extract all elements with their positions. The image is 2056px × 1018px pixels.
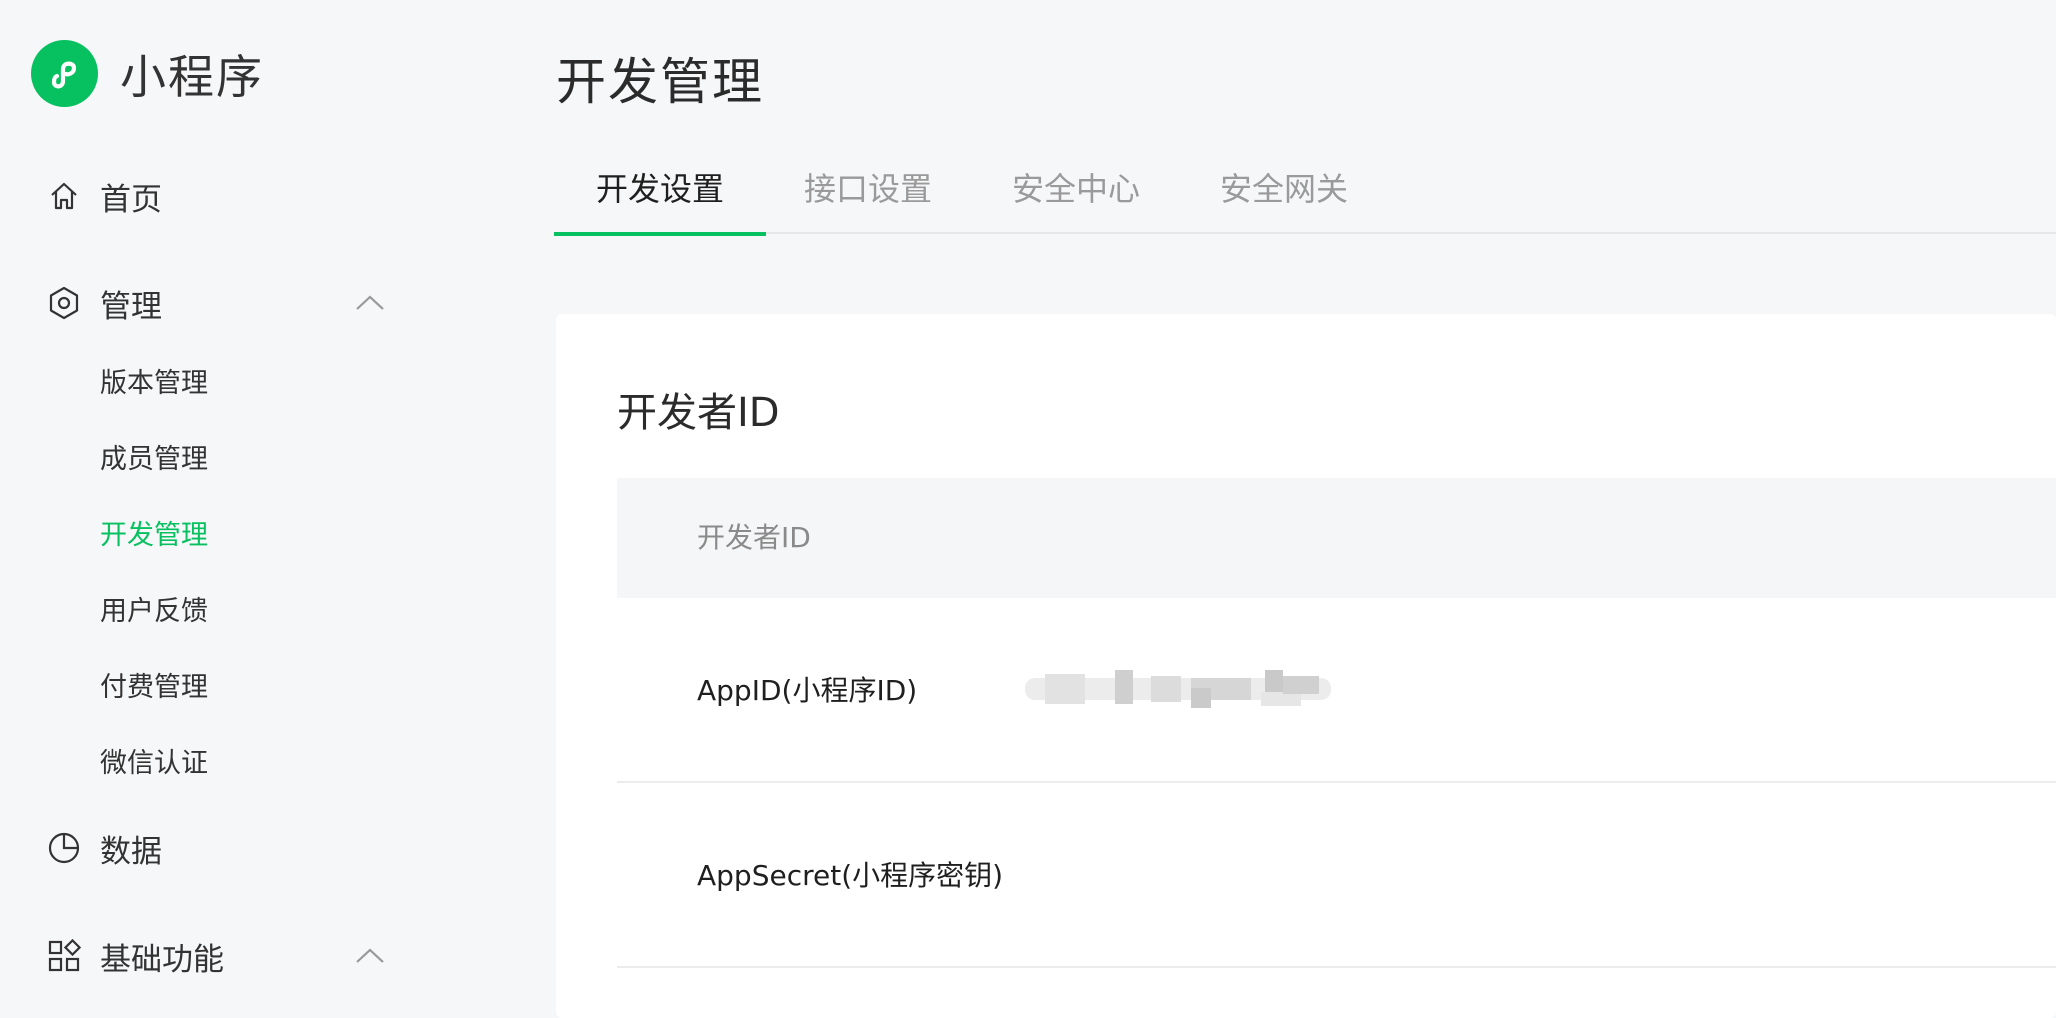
- sidebar-subitem-payment[interactable]: 付费管理: [100, 666, 208, 710]
- sidebar-item-label: 基础功能: [100, 941, 224, 978]
- sidebar-subitem-feedback[interactable]: 用户反馈: [100, 590, 208, 634]
- table-row-appsecret: AppSecret(小程序密钥): [617, 783, 2056, 968]
- sidebar-item-manage[interactable]: 管理: [46, 277, 386, 329]
- sidebar-item-data[interactable]: 数据: [46, 822, 386, 874]
- tab-security-center[interactable]: 安全中心: [1012, 160, 1140, 234]
- brand[interactable]: 小程序: [31, 40, 264, 107]
- grid-apps-icon: [46, 938, 82, 974]
- section-title: 开发者ID: [617, 390, 780, 436]
- sidebar-item-basic-features[interactable]: 基础功能: [46, 930, 386, 982]
- appsecret-label: AppSecret(小程序密钥): [697, 859, 1004, 892]
- pie-chart-icon: [46, 830, 82, 866]
- sidebar-item-home[interactable]: 首页: [46, 170, 386, 222]
- sidebar-subitem-members[interactable]: 成员管理: [100, 438, 208, 482]
- chevron-up-icon[interactable]: [354, 287, 386, 319]
- page-title: 开发管理: [556, 53, 764, 111]
- developer-id-card: 开发者ID 开发者ID AppID(小程序ID) AppSecret(小程序密钥…: [556, 314, 2056, 1018]
- home-icon: [46, 178, 82, 214]
- appid-label: AppID(小程序ID): [697, 674, 918, 707]
- sidebar-subitem-development[interactable]: 开发管理: [100, 514, 208, 558]
- sidebar-item-label: 数据: [100, 833, 162, 870]
- table-header-label: 开发者ID: [697, 521, 811, 554]
- appid-value-redacted: [1025, 670, 1331, 712]
- sidebar: 小程序 首页 管理 版本管理 成员管理 开发管理 用户反馈 付费管理 微信认证: [0, 0, 520, 1018]
- sidebar-item-label: 首页: [100, 181, 162, 218]
- table-row-appid: AppID(小程序ID): [617, 598, 2056, 783]
- hexagon-settings-icon: [46, 285, 82, 321]
- tab-security-gateway[interactable]: 安全网关: [1220, 160, 1348, 234]
- sidebar-item-label: 管理: [100, 288, 162, 325]
- sidebar-subitem-version[interactable]: 版本管理: [100, 362, 208, 406]
- table-header: 开发者ID: [617, 478, 2056, 598]
- mini-program-logo-icon: [31, 40, 98, 107]
- sidebar-subitem-verification[interactable]: 微信认证: [100, 742, 208, 786]
- chevron-up-icon[interactable]: [354, 940, 386, 972]
- app-name: 小程序: [120, 49, 264, 104]
- tab-api-settings[interactable]: 接口设置: [804, 160, 932, 234]
- tab-bar: 开发设置 接口设置 安全中心 安全网关: [553, 160, 2056, 236]
- tab-dev-settings[interactable]: 开发设置: [553, 160, 767, 236]
